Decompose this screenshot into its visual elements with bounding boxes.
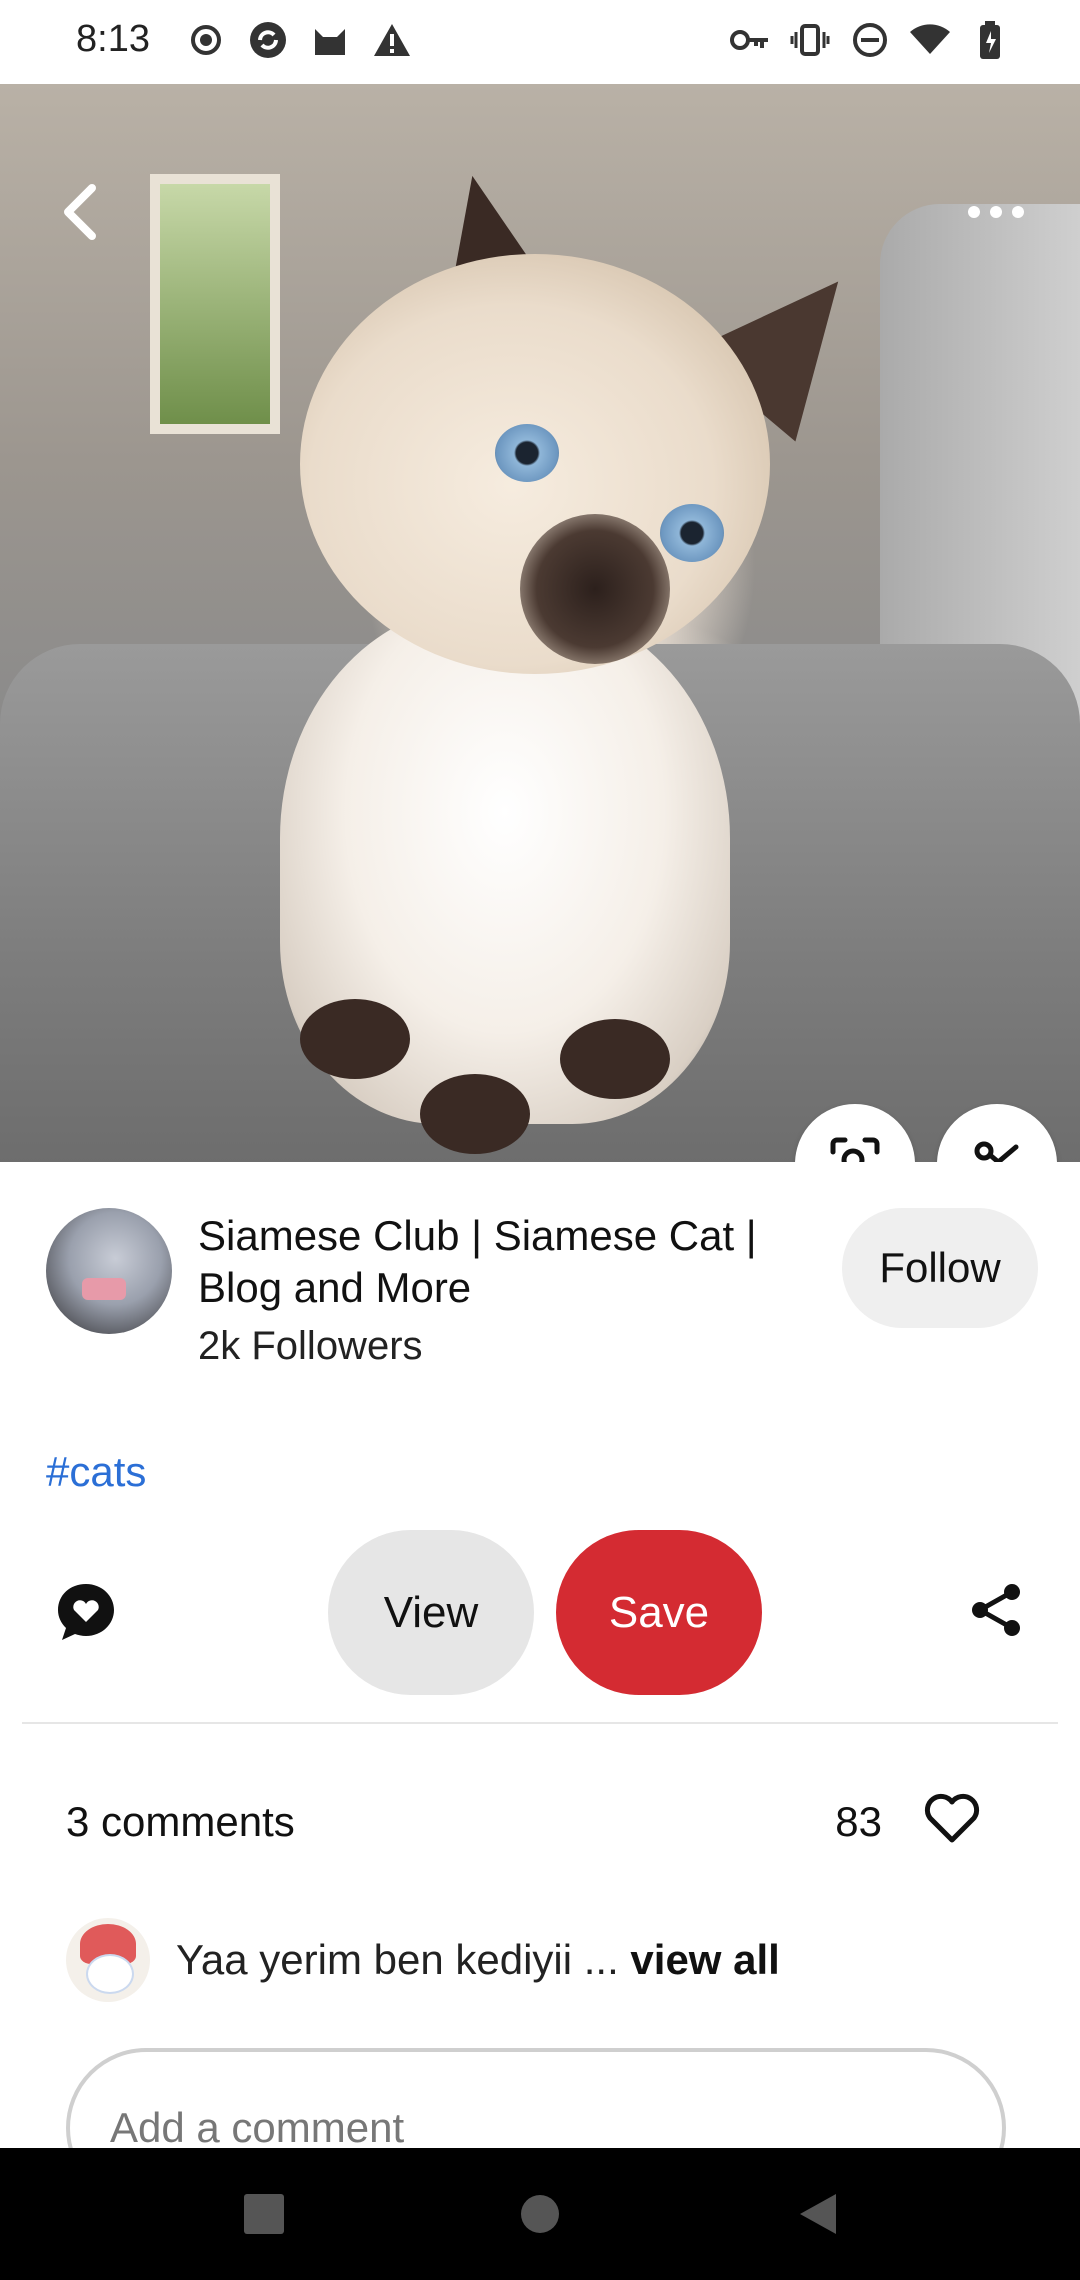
recents-icon[interactable] xyxy=(234,2184,294,2244)
section-divider xyxy=(22,1722,1058,1724)
cat-eye-left xyxy=(495,424,559,482)
pin-image[interactable] xyxy=(0,84,1080,1162)
chevron-left-icon xyxy=(58,182,102,247)
cat-paw xyxy=(560,1019,670,1099)
comment-body: Yaa yerim ben kediyii ... xyxy=(176,1936,631,1983)
action-bar: View Save xyxy=(0,1530,1080,1695)
follow-button[interactable]: Follow xyxy=(842,1208,1038,1328)
status-time: 8:13 xyxy=(76,18,150,60)
cat-app-icon xyxy=(310,20,350,60)
status-bar: 8:13 xyxy=(0,0,1080,84)
creator-name[interactable]: Siamese Club | Siamese Cat | Blog and Mo… xyxy=(198,1210,818,1314)
dnd-icon xyxy=(850,20,890,60)
vibrate-icon xyxy=(790,20,830,60)
creator-followers: 2k Followers xyxy=(198,1324,423,1368)
more-horizontal-icon xyxy=(966,202,1026,227)
system-nav-bar xyxy=(0,2148,1080,2280)
background-window xyxy=(150,174,280,434)
share-icon[interactable] xyxy=(966,1580,1030,1644)
view-all-link[interactable]: view all xyxy=(630,1936,779,1983)
more-options-button[interactable] xyxy=(956,174,1036,254)
hashtag-link[interactable]: #cats xyxy=(46,1448,146,1496)
record-icon xyxy=(186,20,226,60)
battery-icon xyxy=(970,20,1010,60)
cat-paw xyxy=(420,1074,530,1154)
creator-section: Siamese Club | Siamese Cat | Blog and Mo… xyxy=(46,1208,1038,1368)
vpn-key-icon xyxy=(730,20,770,60)
cat-paw xyxy=(300,999,410,1079)
sync-icon xyxy=(248,20,288,60)
comment-heart-icon[interactable] xyxy=(54,1580,124,1650)
cat-eye-right xyxy=(660,504,724,562)
wifi-icon xyxy=(910,20,950,60)
likes-count: 83 xyxy=(835,1798,882,1845)
avatar-face xyxy=(86,1954,134,1994)
status-right-icons xyxy=(730,20,1010,60)
warning-icon xyxy=(372,20,412,60)
heart-icon[interactable] xyxy=(922,1790,986,1854)
commenter-avatar[interactable] xyxy=(66,1918,150,2002)
comments-count[interactable]: 3 comments xyxy=(66,1798,295,1846)
comments-header: 3 comments 83 xyxy=(66,1790,1014,1860)
visual-search-icon xyxy=(827,1134,883,1162)
cat-muzzle xyxy=(520,514,670,664)
status-left-icons xyxy=(186,20,412,60)
home-icon[interactable] xyxy=(510,2184,570,2244)
save-button[interactable]: Save xyxy=(556,1530,762,1695)
creator-avatar[interactable] xyxy=(46,1208,172,1334)
back-icon[interactable] xyxy=(788,2184,848,2244)
avatar-bow xyxy=(82,1278,126,1300)
comment-preview[interactable]: Yaa yerim ben kediyii ... view all xyxy=(66,1918,1014,2002)
scissors-icon xyxy=(972,1137,1022,1162)
back-button[interactable] xyxy=(40,174,120,254)
view-button[interactable]: View xyxy=(328,1530,534,1695)
comment-text: Yaa yerim ben kediyii ... view all xyxy=(176,1936,780,1984)
